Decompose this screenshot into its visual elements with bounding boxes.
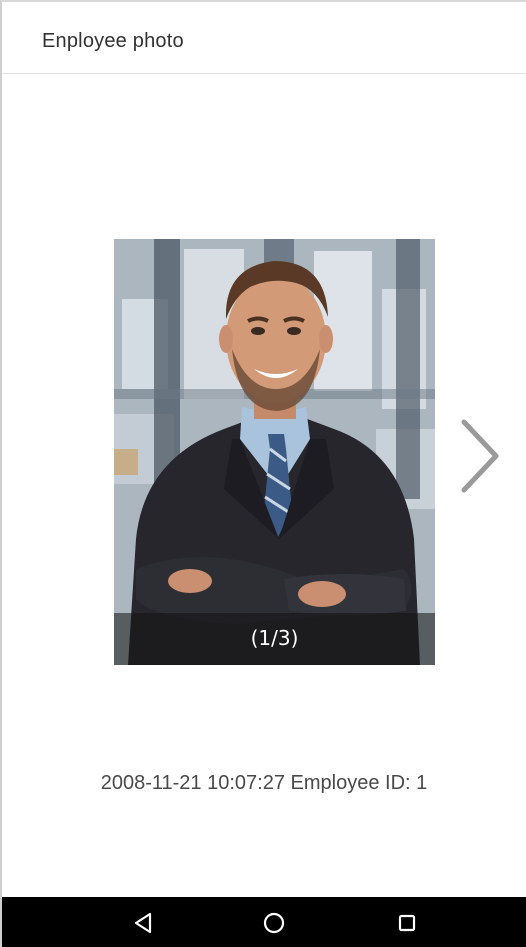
employee-portrait-image	[114, 239, 435, 665]
header-bar: Enployee photo	[2, 2, 526, 74]
photo-counter: (1/3)	[250, 626, 299, 650]
triangle-back-icon	[134, 912, 152, 934]
photo-counter-overlay: (1/3)	[114, 613, 435, 665]
photo-caption: 2008-11-21 10:07:27 Employee ID: 1	[100, 772, 428, 794]
employee-photo-screen: Enployee photo (1/3) 2008-11-21 10:07:27…	[0, 0, 526, 947]
home-button[interactable]	[257, 907, 291, 939]
recents-button[interactable]	[390, 907, 424, 939]
employee-photo[interactable]: (1/3)	[114, 239, 435, 665]
page-title: Enployee photo	[42, 30, 184, 52]
square-recents-icon	[398, 914, 416, 932]
chevron-right-icon	[461, 419, 499, 493]
next-photo-button[interactable]	[454, 416, 504, 496]
system-navigation-bar	[2, 897, 526, 947]
back-button[interactable]	[126, 907, 160, 939]
circle-home-icon	[263, 912, 285, 934]
